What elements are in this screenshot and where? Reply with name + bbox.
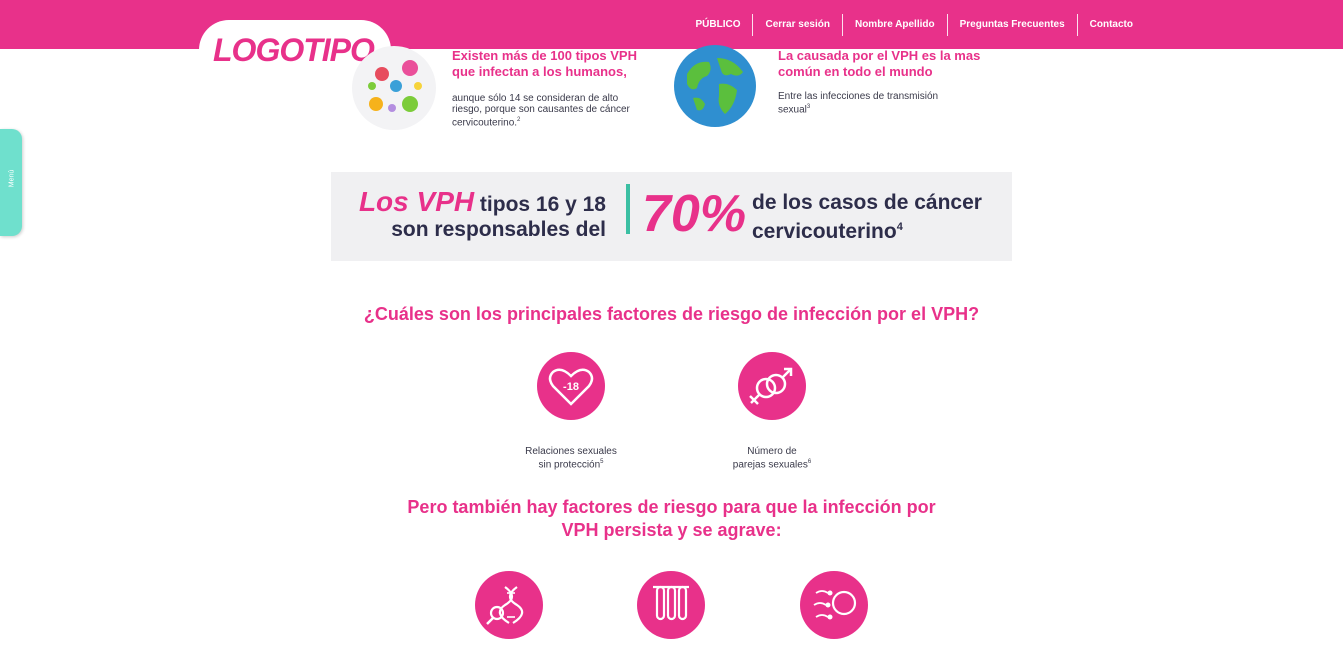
gender-symbols-icon (738, 352, 806, 420)
nav-link-faq[interactable]: Preguntas Frecuentes (946, 13, 1077, 36)
banner-divider (626, 184, 630, 234)
test-tubes-icon (637, 571, 705, 639)
risk-factor-caption: Número de parejas sexuales6 (732, 446, 812, 471)
risk-factor-caption: Relaciones sexuales sin protección5 (525, 446, 617, 471)
sperm-egg-icon (800, 571, 868, 639)
heart-minus-18-icon: -18 (537, 352, 605, 420)
banner-left-text: Los VPH tipos 16 y 18 son responsables d… (359, 186, 606, 242)
fact-title: La causada por el VPH es la mas común en … (778, 48, 981, 79)
virus-icon (352, 46, 436, 130)
risk-factors-heading: ¿Cuáles son los principales factores de … (363, 304, 980, 324)
logo-text: LOGOTIPO (213, 32, 375, 68)
banner-line1: tipos 16 y 18 (474, 193, 606, 216)
side-menu-label: Menú (8, 169, 16, 188)
fact-text: Entre las infecciones de transmisión sexu… (778, 91, 939, 116)
banner-right-text: de los casos de cáncer cervicouterino4 (752, 191, 982, 243)
dna-magnifier-icon (475, 571, 543, 639)
nav-link-publico[interactable]: PÚBLICO (683, 14, 752, 36)
fact-text: aunque sólo 14 se consideran de alto ries… (452, 93, 630, 129)
banner-highlight: Los VPH (358, 186, 475, 217)
nav-link-logout[interactable]: Cerrar sesión (752, 13, 841, 36)
globe-icon (673, 44, 757, 128)
statistic-banner: Los VPH tipos 16 y 18 son responsables d… (331, 172, 1012, 261)
side-menu-tab[interactable]: Menú (0, 129, 22, 236)
nav-link-user-name[interactable]: Nombre Apellido (841, 13, 947, 36)
svg-text:-18: -18 (563, 381, 579, 393)
persist-factors-heading: Pero también hay factores de riesgo para… (407, 497, 936, 540)
banner-percent: 70% (642, 185, 747, 243)
main-nav: PÚBLICO Cerrar sesión Nombre Apellido Pr… (683, 0, 1145, 49)
fact-title: Existen más de 100 tipos VPH que infectan… (452, 48, 637, 79)
banner-line2: son responsables del (391, 218, 606, 241)
nav-link-contact[interactable]: Contacto (1076, 13, 1145, 36)
